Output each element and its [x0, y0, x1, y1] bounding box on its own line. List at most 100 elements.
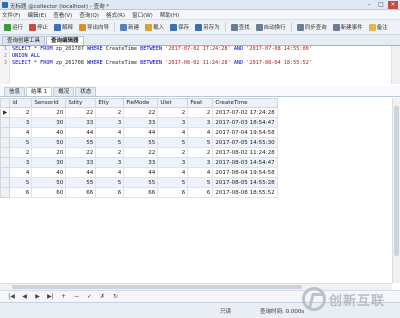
- table-cell[interactable]: 2: [187, 147, 214, 158]
- table-cell[interactable]: 4: [95, 167, 125, 178]
- table-cell[interactable]: 3: [187, 117, 214, 128]
- minimize-button[interactable]: –: [364, 1, 374, 9]
- row-indicator[interactable]: [0, 147, 11, 158]
- menu-query[interactable]: 查询(Q): [79, 11, 99, 19]
- table-cell[interactable]: 2017-08-04 19:54:58: [212, 167, 278, 178]
- table-cell[interactable]: 6: [9, 187, 33, 198]
- table-cell[interactable]: 4: [157, 127, 189, 138]
- apply-changes-button[interactable]: ✓: [86, 293, 93, 300]
- table-row[interactable]: 2 20 22 2 22 2 2 2017-08-02 11:24:28: [0, 147, 278, 158]
- table-cell[interactable]: 44: [123, 167, 159, 178]
- table-cell[interactable]: 22: [65, 147, 97, 158]
- table-cell[interactable]: 2: [9, 147, 33, 158]
- table-row[interactable]: 6 60 66 6 66 6 6 2017-08-08 18:55:52: [0, 187, 278, 198]
- first-record-button[interactable]: |◀: [8, 293, 15, 300]
- load-button[interactable]: 载入: [143, 22, 166, 33]
- table-cell[interactable]: 40: [31, 127, 67, 138]
- table-cell[interactable]: 2017-08-05 14:55:28: [212, 177, 278, 188]
- table-cell[interactable]: 3: [9, 157, 33, 168]
- close-button[interactable]: ×: [388, 1, 398, 9]
- column-header[interactable]: FieMode: [123, 98, 159, 108]
- row-indicator[interactable]: [0, 177, 11, 188]
- table-cell[interactable]: 2017-07-03 18:54:47: [212, 117, 278, 128]
- row-indicator[interactable]: [0, 127, 11, 138]
- table-cell[interactable]: 20: [31, 107, 67, 118]
- table-cell[interactable]: 3: [157, 117, 189, 128]
- menu-view[interactable]: 查看(V): [53, 11, 72, 19]
- menu-window[interactable]: 窗口(W): [132, 11, 153, 19]
- row-indicator[interactable]: ▶: [0, 107, 11, 118]
- table-cell[interactable]: 33: [65, 117, 97, 128]
- table-row[interactable]: ▶ 2 20 22 2 22 2 2 2017-07-02 17:24:28: [0, 107, 278, 118]
- table-cell[interactable]: 50: [31, 137, 67, 148]
- discard-changes-button[interactable]: ✗: [99, 293, 106, 300]
- column-header[interactable]: id: [9, 98, 33, 108]
- table-row[interactable]: 3 30 33 3 33 3 3 2017-07-03 18:54:47: [0, 117, 278, 128]
- sql-editor[interactable]: 1 2 3 SELECT * FROM zp_201707 WHERE Crea…: [0, 46, 391, 84]
- table-cell[interactable]: 33: [65, 157, 97, 168]
- menu-help[interactable]: 帮助(H): [160, 11, 179, 19]
- table-cell[interactable]: 30: [31, 157, 67, 168]
- table-cell[interactable]: 44: [65, 127, 97, 138]
- last-record-button[interactable]: ▶|: [47, 293, 54, 300]
- next-record-button[interactable]: ▶: [34, 293, 41, 300]
- row-indicator[interactable]: [0, 157, 11, 168]
- column-header[interactable]: Sdity: [65, 98, 97, 108]
- maximize-button[interactable]: □: [376, 1, 386, 9]
- stop-button[interactable]: 停止: [27, 22, 50, 33]
- table-cell[interactable]: 3: [157, 157, 189, 168]
- previous-record-button[interactable]: ◀: [21, 293, 28, 300]
- table-cell[interactable]: 55: [123, 177, 159, 188]
- table-cell[interactable]: 44: [65, 167, 97, 178]
- table-cell[interactable]: 3: [95, 157, 125, 168]
- table-cell[interactable]: 6: [157, 187, 189, 198]
- sync-query-button[interactable]: 同步查询: [295, 22, 329, 33]
- table-cell[interactable]: 4: [157, 167, 189, 178]
- table-cell[interactable]: 2017-08-03 14:54:47: [212, 157, 278, 168]
- tab-profile[interactable]: 概况: [53, 87, 75, 96]
- table-cell[interactable]: 5: [187, 137, 214, 148]
- table-cell[interactable]: 5: [157, 137, 189, 148]
- table-cell[interactable]: 2: [9, 107, 33, 118]
- table-cell[interactable]: 30: [31, 117, 67, 128]
- explain-button[interactable]: 解释: [52, 22, 75, 33]
- table-cell[interactable]: 2017-07-04 19:54:58: [212, 127, 278, 138]
- table-cell[interactable]: 66: [123, 187, 159, 198]
- table-cell[interactable]: 3: [95, 117, 125, 128]
- table-cell[interactable]: 2: [95, 107, 125, 118]
- table-cell[interactable]: 2: [95, 147, 125, 158]
- table-row[interactable]: 4 40 44 4 44 4 4 2017-08-04 19:54:58: [0, 167, 278, 178]
- row-indicator[interactable]: [0, 117, 11, 128]
- table-cell[interactable]: 22: [123, 147, 159, 158]
- word-wrap-button[interactable]: 自动换行: [254, 22, 288, 33]
- refresh-button[interactable]: ↻: [112, 293, 119, 300]
- sql-line[interactable]: SELECT * FROM zp_201707 WHERE CreateTime…: [12, 46, 312, 53]
- table-cell[interactable]: 4: [187, 167, 214, 178]
- table-cell[interactable]: 55: [65, 137, 97, 148]
- save-button[interactable]: 保存: [168, 22, 191, 33]
- table-row[interactable]: 3 30 33 3 33 3 3 2017-08-03 14:54:47: [0, 157, 278, 168]
- table-cell[interactable]: 4: [187, 127, 214, 138]
- delete-record-button[interactable]: −: [73, 293, 80, 300]
- menu-file[interactable]: 文件(F): [2, 11, 20, 19]
- table-cell[interactable]: 22: [65, 107, 97, 118]
- table-cell[interactable]: 4: [95, 127, 125, 138]
- note-button[interactable]: 备注: [367, 22, 390, 33]
- find-button[interactable]: 查找: [229, 22, 252, 33]
- sql-line[interactable]: UNION ALL: [12, 53, 312, 60]
- table-cell[interactable]: 4: [9, 167, 33, 178]
- scroll-thumb[interactable]: [12, 285, 302, 289]
- table-cell[interactable]: 2017-08-08 18:55:52: [212, 187, 278, 198]
- table-row[interactable]: 5 50 55 5 55 5 5 2017-08-05 14:55:28: [0, 177, 278, 188]
- table-cell[interactable]: 3: [187, 157, 214, 168]
- table-cell[interactable]: 22: [123, 107, 159, 118]
- column-header[interactable]: Ulet: [157, 98, 189, 108]
- table-cell[interactable]: 2017-07-05 14:55:30: [212, 137, 278, 148]
- table-cell[interactable]: 5: [9, 177, 33, 188]
- table-row[interactable]: 5 50 55 5 55 5 5 2017-07-05 14:55:30: [0, 137, 278, 148]
- table-cell[interactable]: 55: [65, 177, 97, 188]
- editor-scrollbar[interactable]: [391, 46, 400, 84]
- table-cell[interactable]: 2017-08-02 11:24:28: [212, 147, 278, 158]
- new-button[interactable]: 新建: [118, 22, 141, 33]
- column-header[interactable]: Elty: [95, 98, 125, 108]
